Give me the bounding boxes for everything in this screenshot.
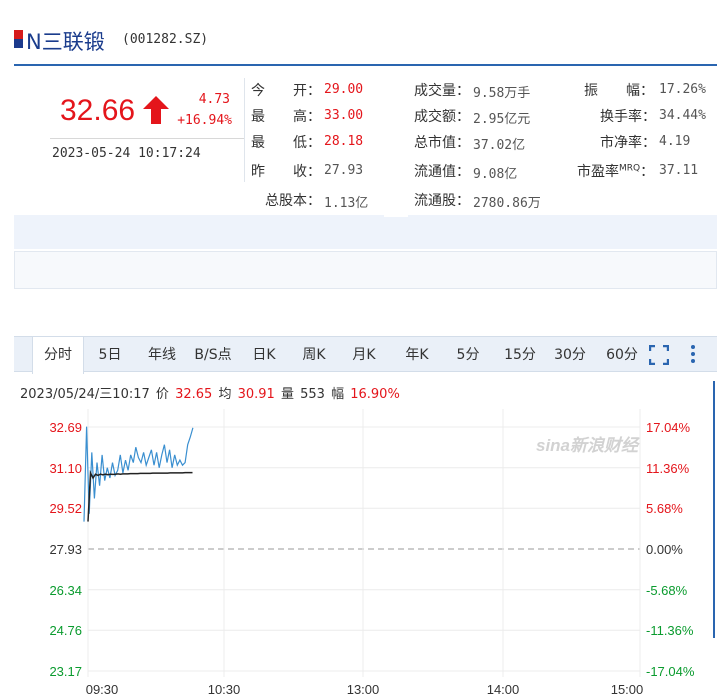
crosshair-avg: 30.91 [237,387,275,402]
crosshair-price-label: 价 [155,387,169,402]
pe-value: 37.11 [659,163,699,178]
price-change-pct: +16.94% [177,113,232,128]
y-tick-left: 32.69 [49,420,82,435]
info-panel [14,251,717,289]
x-tick: 14:00 [487,682,520,697]
tab-yearline[interactable]: 年线 [140,337,184,373]
float-shares-value: 2780.86万 [473,196,541,211]
crosshair-vol-label: 量 [280,387,294,402]
up-arrow-icon [143,96,169,124]
turnover-label: 换手率： [600,109,656,125]
y-tick-right: 17.04% [646,420,691,435]
stock-flag-icon [14,30,23,48]
y-axis-right-labels: 17.04% 11.36% 5.68% 0.00% -5.68% -11.36% -17.0… [646,420,695,679]
price-panel: 32.66 4.73 +16.94% 2023-05-24 10:17:24 [14,78,244,178]
y-tick-right: -17.04% [646,664,695,679]
total-shares-value: 1.13亿 [324,196,369,211]
y-tick-right: 11.36% [646,461,690,476]
tab-daily-k[interactable]: 日K [244,337,284,373]
low-label: 最 低： [251,135,321,151]
y-axis-left-labels: 32.69 31.10 29.52 27.93 26.34 24.76 23.17 [49,420,82,679]
y-tick-right: 0.00% [646,542,683,557]
more-vertical-icon[interactable] [689,343,697,365]
y-tick-left: 27.93 [49,542,82,557]
tab-60min[interactable]: 60分 [602,337,642,373]
prev-close-value: 27.93 [324,163,364,178]
float-cap-value: 9.08亿 [473,167,518,182]
chart-series [83,426,194,522]
chart-crosshair-info: 2023/05/24/三10:17 价 32.65 均 30.91 量 553 … [20,383,402,402]
x-tick: 15:00 [611,682,644,697]
chart-tabs: 分时 5日 年线 B/S点 日K 周K 月K 年K 5分 15分 30分 60分 [14,336,717,374]
stock-header: N三联锻 (001282.SZ) [14,26,717,62]
volume-value: 9.58万手 [473,86,531,101]
amplitude-value: 17.26% [659,82,706,97]
float-cap-label: 流通值： [414,164,470,180]
pe-label: 市盈率MRQ： [577,163,655,180]
turnover-value: 34.44% [659,108,706,123]
intraday-chart[interactable]: sina新浪财经 32.69 31.10 29.52 27.93 26.34 24.76 2… [0,405,717,698]
pb-value: 4.19 [659,134,691,149]
prev-close-label: 昨 收： [251,164,321,180]
stock-code: (001282.SZ) [122,32,209,47]
crosshair-datetime: 2023/05/24/三10:17 [20,387,150,402]
open-value: 29.00 [324,82,364,97]
tab-bs-points[interactable]: B/S点 [188,337,238,373]
amplitude-label: 振 幅： [584,83,654,99]
quote-separator [244,78,245,182]
float-shares-label: 流通股： [414,193,470,209]
x-axis-labels: 09:30 10:30 13:00 14:00 15:00 [86,682,644,697]
tab-5min[interactable]: 5分 [448,337,488,373]
y-tick-left: 24.76 [49,623,82,638]
svg-text:sina新浪财经: sina新浪财经 [536,436,640,455]
x-tick: 10:30 [208,682,241,697]
crosshair-avg-label: 均 [218,387,232,402]
x-tick: 13:00 [347,682,380,697]
crosshair-vol: 553 [300,387,325,402]
y-tick-left: 23.17 [49,664,82,679]
high-value: 33.00 [324,108,364,123]
low-value: 28.18 [324,134,364,149]
price-divider [50,138,244,139]
tab-30min[interactable]: 30分 [550,337,590,373]
y-tick-right: -5.68% [646,583,688,598]
chart-right-border [713,381,715,638]
crosshair-amp: 16.90% [350,387,400,402]
high-label: 最 高： [251,109,321,125]
price-change: 4.73 [198,92,230,107]
tab-5day[interactable]: 5日 [90,337,130,373]
quote-datetime: 2023-05-24 10:17:24 [52,146,201,161]
pb-label: 市净率： [600,135,656,151]
market-cap-value: 37.02亿 [473,138,526,153]
tab-weekly-k[interactable]: 周K [294,337,334,373]
open-label: 今 开： [251,83,321,99]
tab-monthly-k[interactable]: 月K [344,337,384,373]
y-tick-left: 29.52 [49,501,82,516]
tab-yearly-k[interactable]: 年K [397,337,437,373]
y-tick-right: -11.36% [646,623,694,638]
average-line [87,469,193,522]
header-divider [14,64,717,66]
y-tick-left: 31.10 [49,461,82,476]
current-price: 32.66 [60,94,136,127]
amount-label: 成交额： [414,109,470,125]
y-tick-left: 26.34 [49,583,82,598]
tab-15min[interactable]: 15分 [500,337,540,373]
total-shares-label: 总股本： [265,193,321,209]
amount-value: 2.95亿元 [473,112,531,127]
market-cap-label: 总市值： [414,135,470,151]
y-tick-right: 5.68% [646,501,683,516]
band-notch [384,214,408,217]
tab-intraday[interactable]: 分时 [32,337,84,374]
crosshair-price: 32.65 [175,387,213,402]
sina-watermark-logo: sina新浪财经 [536,436,640,455]
fullscreen-icon[interactable] [649,345,669,365]
volume-label: 成交量： [414,83,470,99]
stock-name: N三联锻 [26,30,105,54]
crosshair-amp-label: 幅 [331,387,345,402]
info-band [14,215,717,249]
x-tick: 09:30 [86,682,119,697]
